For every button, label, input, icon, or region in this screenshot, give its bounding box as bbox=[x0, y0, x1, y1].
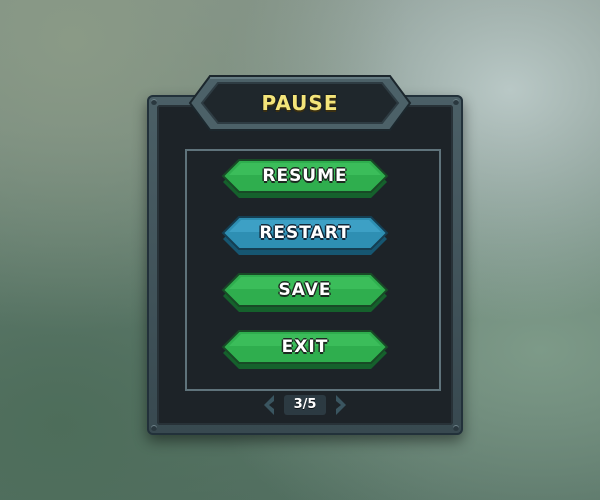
restart-button[interactable]: RESTART bbox=[221, 215, 389, 257]
exit-button-label: EXIT bbox=[281, 337, 329, 357]
restart-button-label: RESTART bbox=[259, 223, 351, 243]
chevron-left-icon bbox=[264, 395, 274, 415]
rivet bbox=[453, 425, 459, 431]
rivet bbox=[453, 99, 459, 105]
page-title: PAUSE bbox=[261, 91, 339, 115]
rivet bbox=[151, 425, 157, 431]
page-counter: 3/5 bbox=[284, 395, 326, 415]
next-page-button[interactable] bbox=[334, 394, 348, 416]
save-button[interactable]: SAVE bbox=[221, 272, 389, 314]
previous-page-button[interactable] bbox=[262, 394, 276, 416]
rivet bbox=[151, 99, 157, 105]
title-plate: PAUSE bbox=[188, 74, 412, 132]
resume-button[interactable]: RESUME bbox=[221, 158, 389, 200]
exit-button[interactable]: EXIT bbox=[221, 329, 389, 371]
pause-menu-panel bbox=[147, 95, 463, 435]
resume-button-label: RESUME bbox=[262, 166, 348, 186]
save-button-label: SAVE bbox=[278, 280, 332, 300]
chevron-right-icon bbox=[336, 395, 346, 415]
panel-inner bbox=[157, 105, 453, 425]
